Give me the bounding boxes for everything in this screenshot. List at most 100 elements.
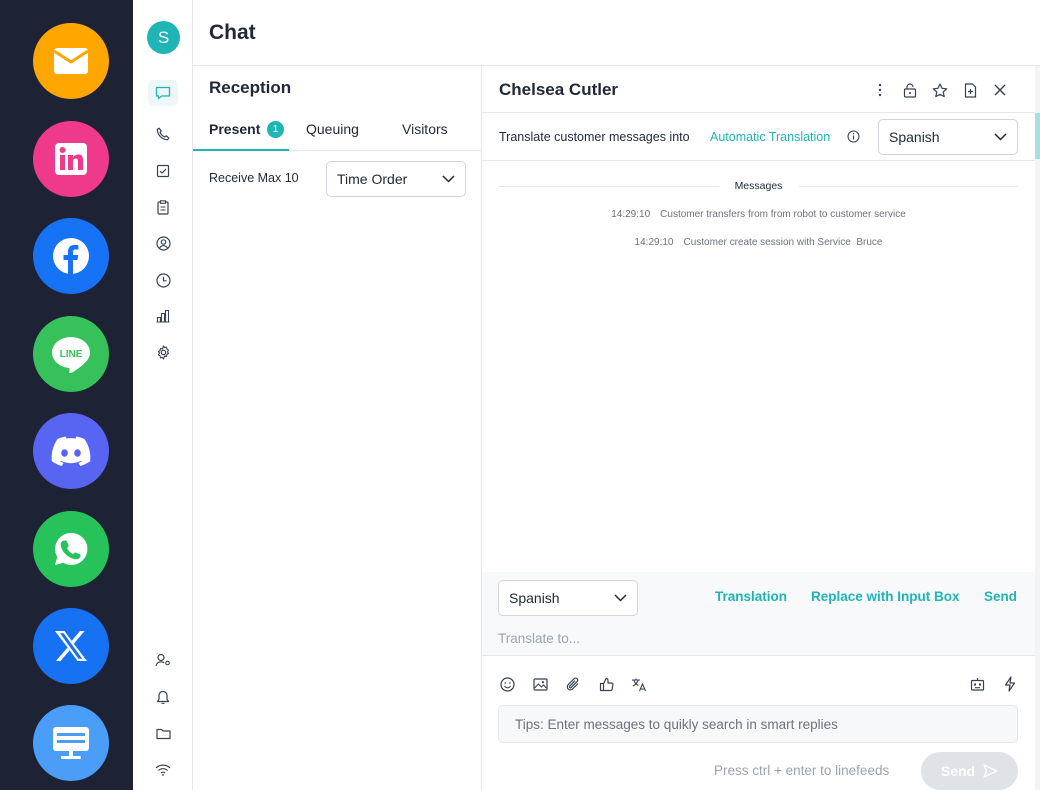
compose-language-value: Spanish — [509, 590, 560, 606]
channel-linkedin[interactable] — [33, 121, 109, 197]
paperclip-icon — [566, 677, 579, 690]
tab-visitors[interactable]: Visitors — [402, 121, 448, 137]
send-translation-button[interactable]: Send — [984, 589, 1017, 604]
unlock-button[interactable] — [901, 81, 919, 99]
nav-connection[interactable] — [153, 760, 173, 780]
chat-icon — [155, 86, 171, 100]
svg-text:LINE: LINE — [60, 349, 83, 360]
message-input-placeholder: Tips: Enter messages to quikly search in… — [515, 716, 838, 732]
translate-button[interactable] — [630, 675, 648, 693]
image-button[interactable] — [531, 675, 549, 693]
close-button[interactable] — [991, 81, 1009, 99]
clock-icon — [155, 272, 171, 288]
mail-icon — [54, 48, 88, 74]
bell-icon — [156, 690, 170, 704]
channel-discord[interactable] — [33, 413, 109, 489]
facebook-icon — [53, 238, 89, 274]
chevron-down-icon — [994, 133, 1007, 141]
event-time: 14:29:10 — [634, 237, 674, 248]
add-note-button[interactable] — [961, 81, 979, 99]
rate-button[interactable] — [597, 675, 615, 693]
linefeed-hint: Press ctrl + enter to linefeeds — [714, 763, 890, 778]
info-icon[interactable] — [847, 130, 860, 143]
system-event: 14:29:10 Customer transfers from from rob… — [482, 209, 1035, 220]
channel-rail: LINE — [0, 0, 133, 790]
file-plus-icon — [964, 82, 976, 98]
scrollbar-track[interactable] — [1035, 66, 1040, 790]
customer-name: Chelsea Cutler — [499, 80, 619, 99]
user-circle-icon — [155, 235, 171, 251]
robot-button[interactable] — [968, 675, 986, 693]
channel-line[interactable]: LINE — [33, 316, 109, 392]
order-select[interactable]: Time Order — [326, 161, 466, 197]
nav-history[interactable] — [153, 270, 173, 290]
folder-icon — [155, 728, 171, 739]
translate-icon — [632, 678, 647, 691]
quick-reply-button[interactable] — [1001, 675, 1019, 693]
emoji-button[interactable] — [498, 675, 516, 693]
whatsapp-icon — [55, 532, 88, 565]
unlock-icon — [903, 82, 917, 98]
favorite-button[interactable] — [931, 81, 949, 99]
target-language-value: Spanish — [889, 129, 940, 145]
event-time: 14:29:10 — [611, 209, 651, 220]
active-tab-indicator — [193, 149, 289, 151]
chevron-down-icon — [614, 594, 627, 602]
tab-queuing[interactable]: Queuing — [306, 121, 359, 137]
chevron-down-icon — [442, 175, 455, 183]
automatic-translation-link[interactable]: Automatic Translation — [710, 130, 830, 144]
gear-icon — [157, 344, 169, 360]
line-icon: LINE — [52, 337, 90, 373]
message-input[interactable]: Tips: Enter messages to quikly search in… — [498, 705, 1018, 743]
receive-max-label: Receive Max 10 — [209, 171, 299, 185]
send-icon — [983, 764, 998, 778]
star-icon — [932, 82, 948, 97]
translation-bar: Translate customer messages into Automat… — [482, 113, 1035, 161]
channel-facebook[interactable] — [33, 218, 109, 294]
nav-files[interactable] — [153, 723, 173, 743]
channel-x[interactable] — [33, 608, 109, 684]
lightning-icon — [1004, 676, 1016, 692]
checkbox-icon — [156, 164, 170, 178]
nav-calls[interactable] — [153, 124, 173, 144]
emoji-icon — [499, 676, 515, 692]
phone-icon — [156, 127, 170, 141]
translation-button[interactable]: Translation — [715, 589, 787, 604]
nav-agents[interactable] — [153, 650, 173, 670]
target-language-select[interactable]: Spanish — [878, 119, 1018, 155]
x-icon — [55, 631, 87, 661]
more-vertical-icon — [878, 83, 882, 97]
send-button-label: Send — [940, 763, 976, 779]
nav-settings[interactable] — [153, 342, 173, 362]
tab-present[interactable]: Present — [209, 121, 260, 137]
user-settings-icon — [155, 653, 170, 667]
nav-tickets[interactable] — [153, 197, 173, 217]
tab-present-label: Present — [209, 121, 261, 137]
nav-tasks[interactable] — [153, 161, 173, 181]
thumbs-up-icon — [599, 677, 614, 691]
reception-panel: Reception Present 1 Queuing Visitors Rec… — [193, 66, 482, 790]
scrollbar-thumb[interactable] — [1035, 113, 1040, 159]
app-root: LINE S Chat Reception Present 1 Queuing … — [0, 0, 1040, 790]
clipboard-icon — [157, 199, 169, 215]
reception-tabs: Present 1 Queuing Visitors — [193, 118, 482, 151]
send-button[interactable]: Send — [921, 752, 1018, 790]
page-header: Chat — [193, 0, 1040, 66]
channel-email[interactable] — [33, 23, 109, 99]
more-menu[interactable] — [871, 81, 889, 99]
channel-desktop[interactable] — [33, 705, 109, 781]
nav-contacts[interactable] — [153, 233, 173, 253]
compose-language-select[interactable]: Spanish — [498, 580, 638, 616]
monitor-icon — [53, 727, 89, 759]
channel-whatsapp[interactable] — [33, 511, 109, 587]
replace-input-button[interactable]: Replace with Input Box — [811, 589, 960, 604]
nav-notifications[interactable] — [153, 687, 173, 707]
user-avatar[interactable]: S — [147, 21, 180, 54]
nav-reports[interactable] — [153, 306, 173, 326]
translate-input[interactable]: Translate to... — [498, 631, 580, 646]
translate-label: Translate customer messages into — [499, 130, 690, 144]
nav-chat[interactable] — [148, 80, 178, 106]
icon-nav: S — [133, 0, 193, 790]
bar-chart-icon — [156, 309, 170, 323]
attachment-button[interactable] — [564, 675, 582, 693]
